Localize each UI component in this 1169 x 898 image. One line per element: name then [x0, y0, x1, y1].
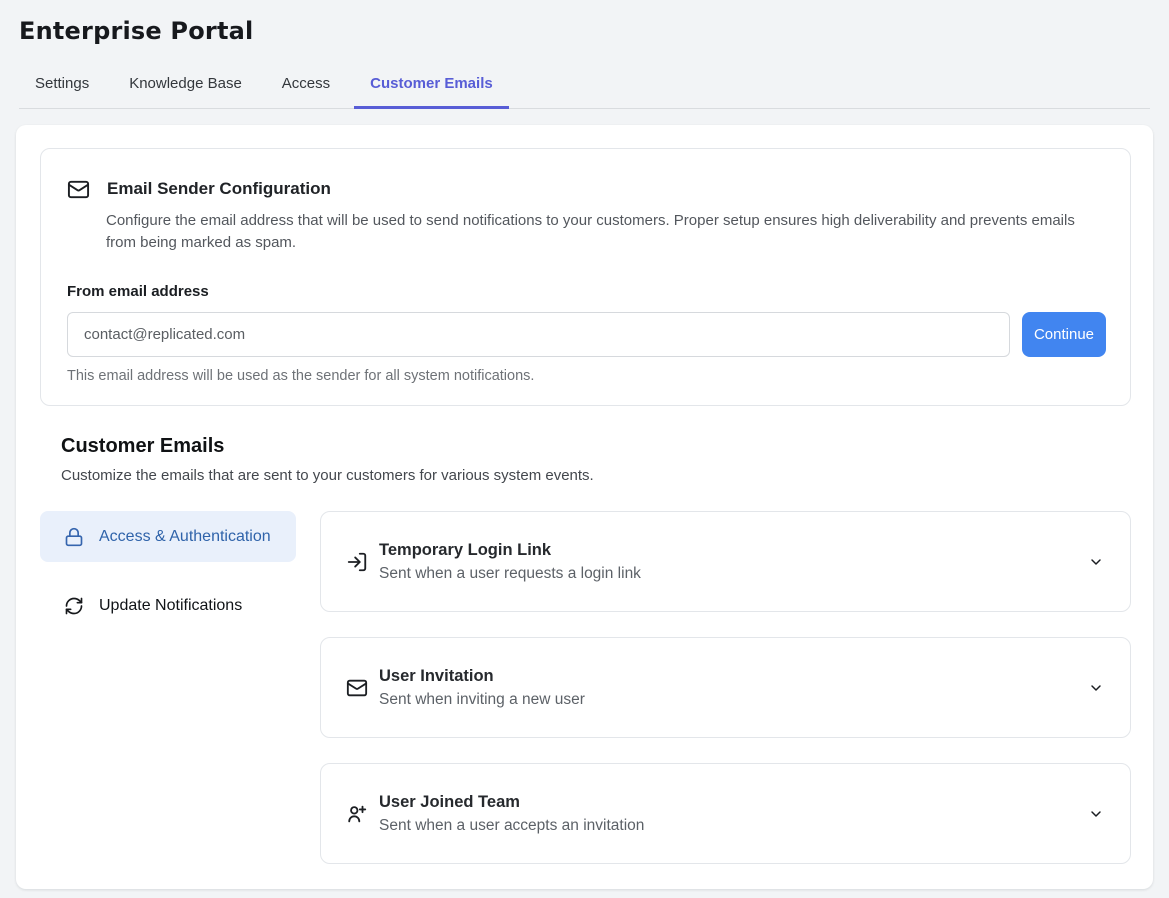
tab-customer-emails[interactable]: Customer Emails	[354, 67, 509, 109]
tab-access[interactable]: Access	[266, 67, 346, 109]
accordion-texts: User Joined Team Sent when a user accept…	[379, 793, 644, 835]
user-plus-icon	[346, 803, 368, 825]
from-email-label: From email address	[67, 283, 1106, 300]
tabs-row: Settings Knowledge Base Access Customer …	[19, 67, 1150, 109]
customer-emails-subtitle: Customize the emails that are sent to yo…	[61, 467, 1131, 484]
lock-icon	[64, 527, 84, 547]
email-accordion-list: Temporary Login Link Sent when a user re…	[320, 511, 1131, 864]
customer-emails-section-header: Customer Emails Customize the emails tha…	[61, 435, 1131, 484]
from-email-helper-text: This email address will be used as the s…	[67, 368, 1106, 384]
mail-icon	[67, 178, 90, 201]
accordion-description: Sent when a user accepts an invitation	[379, 817, 644, 835]
main-panel: Email Sender Configuration Configure the…	[16, 125, 1153, 889]
continue-button[interactable]: Continue	[1022, 312, 1106, 357]
sender-card-description: Configure the email address that will be…	[106, 210, 1084, 254]
page-header: Enterprise Portal	[0, 0, 1169, 45]
chevron-down-icon[interactable]	[1088, 680, 1104, 696]
mail-icon	[346, 677, 368, 699]
from-email-row: Continue	[67, 312, 1106, 357]
tab-settings[interactable]: Settings	[19, 67, 105, 109]
accordion-user-joined-team[interactable]: User Joined Team Sent when a user accept…	[320, 763, 1131, 864]
chevron-down-icon[interactable]	[1088, 554, 1104, 570]
sidebar-item-access-authentication[interactable]: Access & Authentication	[40, 511, 296, 562]
sender-card-title: Email Sender Configuration	[107, 178, 331, 199]
from-email-input[interactable]	[67, 312, 1010, 357]
log-in-icon	[346, 551, 368, 573]
accordion-title: Temporary Login Link	[379, 541, 641, 560]
customer-emails-title: Customer Emails	[61, 435, 1131, 458]
page-title: Enterprise Portal	[19, 17, 1150, 45]
accordion-title: User Invitation	[379, 667, 585, 686]
sidebar-item-update-notifications[interactable]: Update Notifications	[40, 580, 296, 631]
sender-card-header: Email Sender Configuration	[67, 178, 1106, 201]
customer-emails-layout: Access & Authentication Update Notificat…	[40, 511, 1131, 864]
accordion-texts: Temporary Login Link Sent when a user re…	[379, 541, 641, 583]
sidebar-item-label: Update Notifications	[99, 594, 242, 617]
chevron-down-icon[interactable]	[1088, 806, 1104, 822]
accordion-texts: User Invitation Sent when inviting a new…	[379, 667, 585, 709]
accordion-description: Sent when inviting a new user	[379, 691, 585, 709]
sidebar-item-label: Access & Authentication	[99, 525, 271, 548]
refresh-icon	[64, 596, 84, 616]
tab-knowledge-base[interactable]: Knowledge Base	[113, 67, 258, 109]
email-category-sidebar: Access & Authentication Update Notificat…	[40, 511, 296, 864]
accordion-user-invitation[interactable]: User Invitation Sent when inviting a new…	[320, 637, 1131, 738]
accordion-title: User Joined Team	[379, 793, 644, 812]
accordion-description: Sent when a user requests a login link	[379, 565, 641, 583]
email-sender-configuration-card: Email Sender Configuration Configure the…	[40, 148, 1131, 406]
accordion-temporary-login-link[interactable]: Temporary Login Link Sent when a user re…	[320, 511, 1131, 612]
